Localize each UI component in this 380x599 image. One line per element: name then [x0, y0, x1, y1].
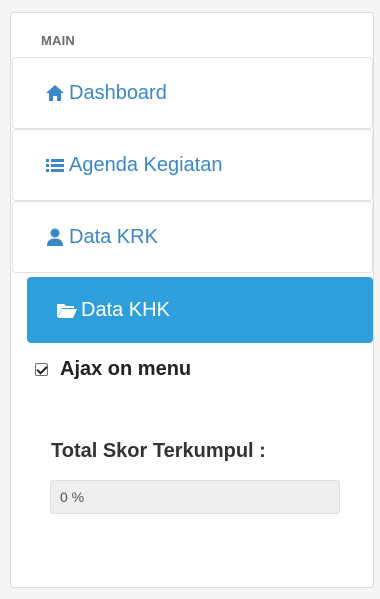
sidebar-item-label: Data KRK — [69, 225, 158, 248]
sidebar-item-agenda-kegiatan[interactable]: Agenda Kegiatan — [12, 129, 373, 201]
sidebar-item-data-khk[interactable]: Data KHK — [27, 277, 373, 343]
sidebar-item-data-krk[interactable]: Data KRK — [12, 201, 373, 273]
sidebar-item-label: Agenda Kegiatan — [69, 153, 223, 176]
list-icon — [43, 153, 67, 177]
home-icon — [43, 81, 67, 105]
user-icon — [43, 225, 67, 249]
sidebar-panel: MAIN Dashboard Agenda Kegiatan Data KRK … — [10, 12, 374, 588]
sidebar-item-label: Data KHK — [81, 298, 170, 321]
sidebar-item-dashboard[interactable]: Dashboard — [12, 57, 373, 129]
ajax-label: Ajax on menu — [60, 358, 192, 380]
sidebar-item-label: Dashboard — [69, 81, 167, 104]
total-score-field: 0 % — [50, 480, 340, 514]
section-title-main: MAIN — [41, 33, 76, 48]
folder-open-icon — [55, 298, 79, 322]
ajax-on-menu-option[interactable]: Ajax on menu — [35, 358, 191, 381]
total-score-value: 0 % — [60, 489, 85, 505]
total-score-label: Total Skor Terkumpul : — [51, 440, 266, 462]
ajax-checkbox[interactable] — [35, 363, 48, 376]
